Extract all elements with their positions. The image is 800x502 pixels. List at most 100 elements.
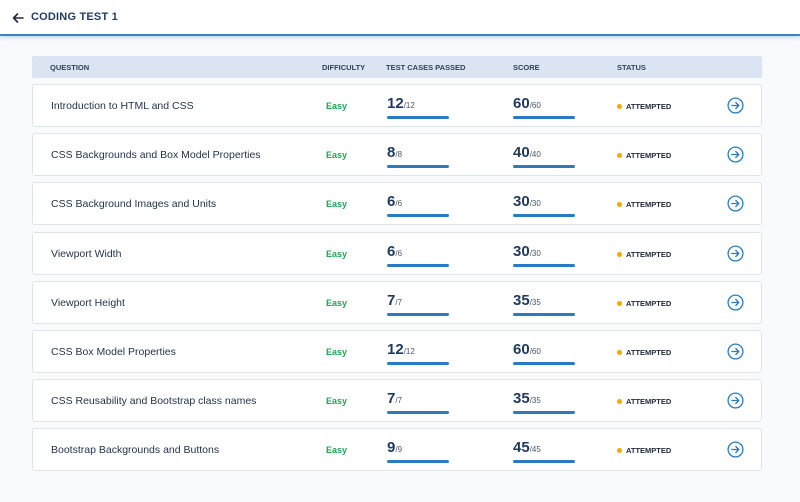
status-dot [617,300,622,306]
test-cases-progress-bar [387,214,449,218]
question-title[interactable]: Bootstrap Backgrounds and Buttons [51,444,219,456]
score: 35/35 [513,390,575,415]
test-cases-progress-fill [387,361,449,365]
status-badge: ATTEMPTED [617,397,671,406]
status-dot [617,104,622,109]
score-max: /30 [529,248,541,258]
score-max: /60 [529,101,541,110]
test-cases-progress-fill [387,312,449,316]
score-max: /30 [529,199,541,209]
question-row[interactable]: Bootstrap Backgrounds and Buttons Easy 9… [32,428,762,472]
score-max: /40 [529,150,541,160]
score: 40/40 [513,144,575,169]
score-value: 60 [513,340,530,358]
difficulty-label: Easy [326,101,348,111]
difficulty-label: Easy [326,150,348,161]
test-cases-progress-fill [387,411,449,415]
status-badge: ATTEMPTED [617,151,671,160]
test-cases-total: /7 [395,396,403,406]
score-value: 60 [513,95,530,112]
score-progress-fill [513,263,575,267]
column-header-difficulty: DIFFICULTY [322,63,366,72]
test-cases-progress-bar [387,312,449,316]
status-badge: ATTEMPTED [617,348,671,357]
arrow-right-circle-icon[interactable] [727,97,744,114]
page-title: CODING TEST 1 [31,11,118,23]
test-cases-progress-bar [387,116,449,119]
test-cases-passed: 7/7 [387,390,449,415]
arrow-right-circle-icon[interactable] [727,343,744,360]
status-badge: ATTEMPTED [617,250,671,259]
test-cases-passed: 12/12 [387,340,449,365]
arrow-left-icon[interactable] [11,11,25,25]
question-title[interactable]: CSS Reusability and Bootstrap class name… [51,395,256,407]
score-progress-fill [513,214,575,218]
score-value: 35 [513,390,530,408]
status-dot [617,349,622,355]
score-value: 30 [513,193,530,211]
status-text: ATTEMPTED [626,102,672,111]
test-cases-progress-fill [387,116,449,119]
question-title[interactable]: Introduction to HTML and CSS [51,100,194,112]
test-cases-progress-fill [387,214,449,218]
column-header-status: STATUS [617,63,646,72]
difficulty-label: Easy [326,199,348,210]
test-cases-total: /12 [403,346,415,356]
status-text: ATTEMPTED [626,200,672,210]
score-progress-bar [513,165,575,169]
arrow-right-circle-icon[interactable] [727,146,744,163]
question-row[interactable]: CSS Reusability and Bootstrap class name… [32,379,762,423]
question-title[interactable]: CSS Box Model Properties [51,346,176,358]
status-dot [617,202,622,208]
question-row[interactable]: Introduction to HTML and CSS Easy 12/12 … [32,84,762,127]
arrow-right-circle-icon[interactable] [727,195,744,212]
question-row[interactable]: Viewport Height Easy 7/7 35/35 ATTEMPTED [32,280,762,324]
question-row[interactable]: CSS Box Model Properties Easy 12/12 60/6… [32,329,762,373]
score-progress-fill [513,361,575,365]
status-text: ATTEMPTED [626,151,672,161]
status-text: ATTEMPTED [626,298,672,308]
score-progress-fill [513,116,575,119]
question-row[interactable]: CSS Backgrounds and Box Model Properties… [32,133,762,177]
score-progress-bar [513,361,575,365]
question-title[interactable]: Viewport Width [51,248,121,260]
status-badge: ATTEMPTED [617,200,671,209]
question-row[interactable]: Viewport Width Easy 6/6 30/30 ATTEMPTED [32,231,762,275]
score-progress-bar [513,214,575,218]
difficulty-label: Easy [326,248,348,259]
status-text: ATTEMPTED [626,397,672,407]
question-title[interactable]: CSS Backgrounds and Box Model Properties [51,149,261,161]
column-header-score: SCORE [513,63,540,72]
test-cases-passed-value: 12 [387,340,404,358]
arrow-right-circle-icon[interactable] [727,392,744,409]
arrow-right-circle-icon[interactable] [727,245,744,262]
test-cases-passed: 9/9 [387,439,449,464]
arrow-right-circle-icon[interactable] [727,294,744,311]
test-cases-total: /9 [395,445,403,455]
test-cases-progress-bar [387,411,449,415]
difficulty-label: Easy [326,346,348,357]
test-cases-progress-bar [387,361,449,365]
test-cases-total: /8 [395,150,403,160]
score: 60/60 [513,95,575,119]
test-cases-total: /7 [395,297,403,307]
status-dot [617,399,622,405]
score-value: 40 [513,144,530,162]
score: 45/45 [513,439,575,464]
question-title[interactable]: CSS Background Images and Units [51,198,216,210]
difficulty-label: Easy [326,396,348,407]
test-cases-total: /6 [395,248,403,258]
score: 35/35 [513,291,575,316]
test-cases-passed: 8/8 [387,144,449,169]
score-progress-fill [513,165,575,169]
score-progress-bar [513,312,575,316]
question-title[interactable]: Viewport Height [51,297,125,309]
status-badge: ATTEMPTED [617,102,671,111]
score-max: /35 [529,297,541,307]
score-max: /60 [529,346,541,356]
question-row[interactable]: CSS Background Images and Units Easy 6/6… [32,182,762,226]
test-cases-passed: 12/12 [387,95,449,119]
arrow-right-circle-icon[interactable] [727,441,744,458]
score-value: 35 [513,291,530,309]
top-bar: CODING TEST 1 [0,0,800,36]
